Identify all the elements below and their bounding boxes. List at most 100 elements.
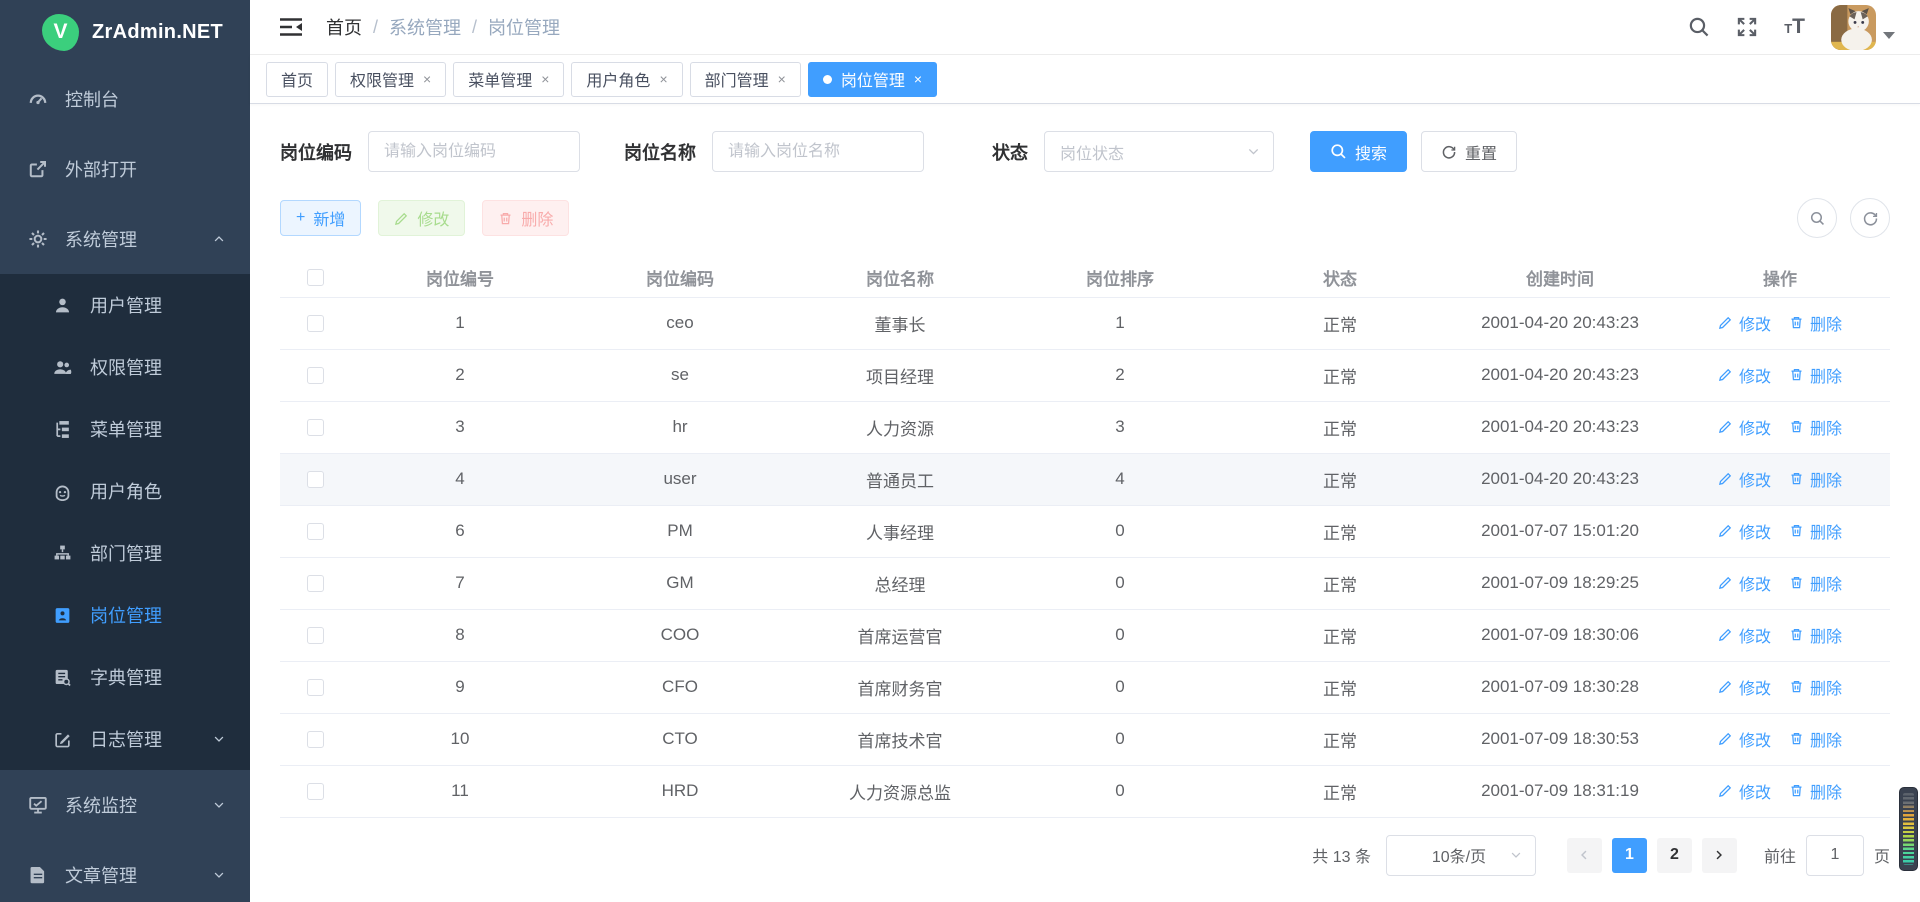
- row-edit-link[interactable]: 修改: [1718, 519, 1771, 543]
- sidebar-item-dept-mgmt[interactable]: 部门管理: [0, 522, 250, 584]
- status-select[interactable]: 岗位状态: [1044, 131, 1274, 172]
- user-menu[interactable]: [1831, 5, 1895, 50]
- total-count: 共 13 条: [1312, 843, 1371, 867]
- row-delete-link[interactable]: 删除: [1789, 727, 1842, 751]
- tab-home[interactable]: 首页: [266, 62, 328, 97]
- sidebar-item-perm-mgmt[interactable]: 权限管理: [0, 336, 250, 398]
- logo-icon: V: [42, 14, 79, 51]
- row-edit-link[interactable]: 修改: [1718, 727, 1771, 751]
- row-checkbox[interactable]: [307, 575, 324, 592]
- row-edit-link[interactable]: 修改: [1718, 467, 1771, 491]
- sidebar-item-post-mgmt[interactable]: 岗位管理: [0, 584, 250, 646]
- scrollbar-widget[interactable]: [1899, 787, 1918, 871]
- table-header-row: 岗位编号 岗位编码 岗位名称 岗位排序 状态 创建时间 操作: [280, 258, 1890, 297]
- row-delete-link[interactable]: 删除: [1789, 363, 1842, 387]
- page-size-select[interactable]: 10条/页: [1386, 835, 1536, 876]
- sidebar-collapse-icon[interactable]: [278, 16, 304, 38]
- search-button[interactable]: 搜索: [1310, 131, 1407, 172]
- row-edit-label: 修改: [1739, 623, 1771, 647]
- sidebar-item-console[interactable]: 控制台: [0, 64, 250, 134]
- reset-button[interactable]: 重置: [1421, 131, 1517, 172]
- scrollbar-stripes: [1903, 793, 1914, 865]
- tab-user-role[interactable]: 用户角色 ×: [571, 62, 682, 97]
- row-delete-link[interactable]: 删除: [1789, 571, 1842, 595]
- row-edit-link[interactable]: 修改: [1718, 415, 1771, 439]
- add-button[interactable]: + 新增: [280, 200, 361, 236]
- row-checkbox[interactable]: [307, 471, 324, 488]
- row-delete-link[interactable]: 删除: [1789, 675, 1842, 699]
- post-code-input[interactable]: [368, 131, 580, 172]
- row-edit-link[interactable]: 修改: [1718, 571, 1771, 595]
- row-delete-link[interactable]: 删除: [1789, 519, 1842, 543]
- edit-button-disabled[interactable]: 修改: [378, 200, 465, 236]
- page-button-1[interactable]: 1: [1612, 838, 1647, 873]
- row-checkbox[interactable]: [307, 367, 324, 384]
- cell-created-time: 2001-04-20 20:43:23: [1450, 297, 1670, 349]
- row-checkbox[interactable]: [307, 523, 324, 540]
- robot-face-icon: [53, 481, 73, 501]
- fullscreen-icon[interactable]: [1736, 16, 1758, 38]
- row-delete-link[interactable]: 删除: [1789, 623, 1842, 647]
- tab-close-icon[interactable]: ×: [423, 71, 431, 87]
- tab-menu-mgmt[interactable]: 菜单管理 ×: [453, 62, 564, 97]
- tab-close-icon[interactable]: ×: [914, 71, 922, 87]
- page-unit-label: 页: [1874, 843, 1890, 867]
- row-checkbox[interactable]: [307, 627, 324, 644]
- sidebar-item-sys-monitor[interactable]: 系统监控: [0, 770, 250, 840]
- toggle-search-button[interactable]: [1797, 198, 1837, 238]
- cell-status: 正常: [1230, 401, 1450, 453]
- row-delete-link[interactable]: 删除: [1789, 467, 1842, 491]
- col-post-sort: 岗位排序: [1010, 258, 1230, 297]
- cell-created-time: 2001-07-09 18:30:06: [1450, 609, 1670, 661]
- row-checkbox[interactable]: [307, 315, 324, 332]
- row-edit-label: 修改: [1739, 727, 1771, 751]
- tab-perm-mgmt[interactable]: 权限管理 ×: [335, 62, 446, 97]
- row-delete-link[interactable]: 删除: [1789, 311, 1842, 335]
- breadcrumb-system[interactable]: 系统管理: [389, 14, 461, 40]
- tab-close-icon[interactable]: ×: [541, 71, 549, 87]
- row-checkbox[interactable]: [307, 783, 324, 800]
- goto-page-input[interactable]: [1806, 835, 1864, 876]
- cell-status: 正常: [1230, 453, 1450, 505]
- tab-post-mgmt-active[interactable]: 岗位管理 ×: [808, 62, 937, 97]
- row-edit-link[interactable]: 修改: [1718, 363, 1771, 387]
- sidebar-item-user-role[interactable]: 用户角色: [0, 460, 250, 522]
- row-checkbox[interactable]: [307, 679, 324, 696]
- cell-created-time: 2001-07-09 18:30:28: [1450, 661, 1670, 713]
- cell-status: 正常: [1230, 349, 1450, 401]
- cell-post-name: 人力资源: [790, 401, 1010, 453]
- row-edit-link[interactable]: 修改: [1718, 675, 1771, 699]
- sidebar-item-user-mgmt[interactable]: 用户管理: [0, 274, 250, 336]
- tab-dept-mgmt[interactable]: 部门管理 ×: [690, 62, 801, 97]
- row-delete-label: 删除: [1810, 727, 1842, 751]
- tab-close-icon[interactable]: ×: [778, 71, 786, 87]
- avatar[interactable]: [1831, 5, 1876, 50]
- page-button-2[interactable]: 2: [1657, 838, 1692, 873]
- row-delete-link[interactable]: 删除: [1789, 415, 1842, 439]
- table-row: 9 CFO 首席财务官 0 正常 2001-07-09 18:30:28 修改 …: [280, 661, 1890, 713]
- row-edit-link[interactable]: 修改: [1718, 779, 1771, 803]
- edit-button-label: 修改: [417, 206, 449, 230]
- sidebar-item-article-mgmt[interactable]: 文章管理: [0, 840, 250, 902]
- select-all-checkbox[interactable]: [307, 269, 324, 286]
- sidebar-item-system[interactable]: 系统管理: [0, 204, 250, 274]
- row-edit-link[interactable]: 修改: [1718, 623, 1771, 647]
- cell-post-name: 总经理: [790, 557, 1010, 609]
- post-name-input[interactable]: [712, 131, 924, 172]
- sidebar-item-external[interactable]: 外部打开: [0, 134, 250, 204]
- breadcrumb-home[interactable]: 首页: [326, 14, 362, 40]
- font-size-icon[interactable]: TT: [1784, 15, 1805, 39]
- delete-button-disabled[interactable]: 删除: [482, 200, 569, 236]
- row-delete-link[interactable]: 删除: [1789, 779, 1842, 803]
- sidebar-item-log-mgmt[interactable]: 日志管理: [0, 708, 250, 770]
- row-checkbox[interactable]: [307, 419, 324, 436]
- sidebar-item-dict-mgmt[interactable]: 字典管理: [0, 646, 250, 708]
- row-edit-link[interactable]: 修改: [1718, 311, 1771, 335]
- search-icon[interactable]: [1688, 16, 1710, 38]
- sidebar-item-menu-mgmt[interactable]: 菜单管理: [0, 398, 250, 460]
- refresh-button[interactable]: [1850, 198, 1890, 238]
- tab-close-icon[interactable]: ×: [659, 71, 667, 87]
- prev-page-button[interactable]: [1567, 838, 1602, 873]
- next-page-button[interactable]: [1702, 838, 1737, 873]
- row-checkbox[interactable]: [307, 731, 324, 748]
